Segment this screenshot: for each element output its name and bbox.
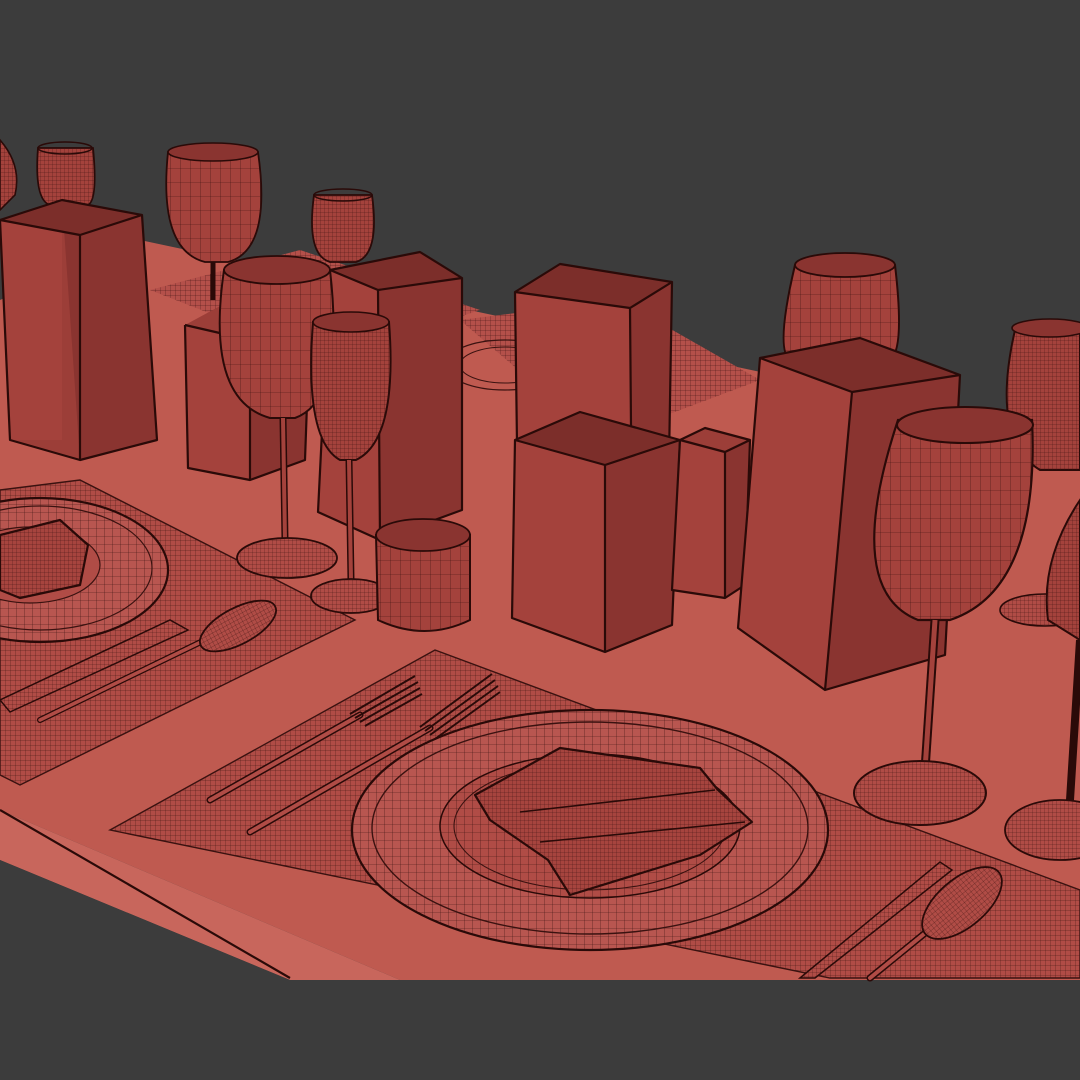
champagne-glass-back: [311, 188, 375, 263]
tumbler-glass: [374, 518, 471, 632]
candle-holder-box-1: [0, 198, 159, 462]
3d-viewport[interactable]: [0, 0, 1080, 1080]
wine-glass-far-left: [36, 141, 96, 206]
candle-holder-box-5: [510, 410, 682, 654]
candle-holder-box-6: [670, 426, 752, 600]
